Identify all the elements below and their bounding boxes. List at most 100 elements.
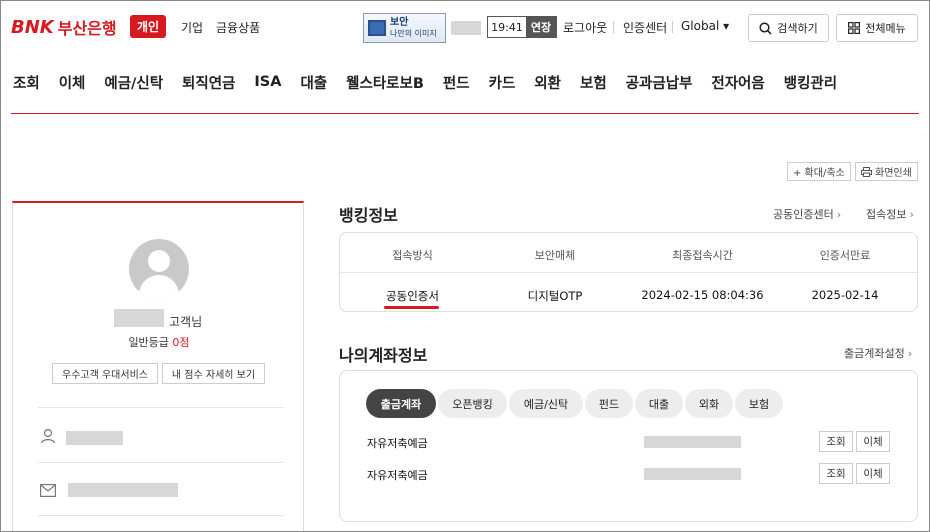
access-info-link[interactable]: 접속정보 ›: [866, 206, 914, 222]
vip-service-button[interactable]: 우수고객 우대서비스: [52, 363, 158, 384]
account-number-redacted: [644, 468, 741, 480]
transfer-button[interactable]: 이체: [856, 431, 890, 452]
print-label: 화면인쇄: [875, 168, 912, 179]
all-menu-button[interactable]: 전체메뉴: [836, 14, 918, 42]
nav-item-1[interactable]: 이체: [59, 72, 86, 93]
divider: [613, 21, 614, 33]
view-account-button[interactable]: 조회: [819, 431, 853, 452]
tab-fund[interactable]: 펀드: [585, 389, 633, 418]
tab-withdraw-account[interactable]: 출금계좌: [366, 389, 436, 418]
cert-center-link[interactable]: 인증센터: [623, 19, 667, 36]
header-last-access: 최종접속시간: [672, 249, 733, 262]
nav-item-13[interactable]: 뱅킹관리: [784, 72, 837, 93]
grid-menu-icon: [848, 22, 861, 34]
corporate-link[interactable]: 기업: [181, 19, 203, 36]
bnk-logo[interactable]: BNK 부산은행: [11, 15, 117, 39]
financial-products-link[interactable]: 금융상품: [216, 19, 260, 36]
table-header: 접속방식 보안매체 최종접속시간 인증서만료: [340, 233, 917, 273]
security-title: 보안: [390, 17, 409, 28]
nav-divider: [11, 113, 919, 114]
nav-item-3[interactable]: 퇴직연금: [182, 72, 235, 93]
nav-item-11[interactable]: 공과금납부: [626, 72, 693, 93]
account-number-redacted: [644, 436, 741, 448]
session-time: 19:41: [488, 17, 526, 37]
grade-label: 일반등급: [128, 336, 169, 349]
email-redacted: [68, 483, 178, 497]
extend-session-button[interactable]: 연장: [526, 17, 556, 37]
divider: [38, 515, 283, 516]
withdraw-account-setting-link[interactable]: 출금계좌설정 ›: [844, 345, 912, 361]
banking-info-title: 뱅킹정보: [339, 206, 398, 225]
transfer-button[interactable]: 이체: [856, 463, 890, 484]
nav-item-10[interactable]: 보험: [580, 72, 607, 93]
customer-suffix: 고객님: [169, 315, 203, 329]
banking-info-table: 접속방식 보안매체 최종접속시간 인증서만료 공동인증서 디지털OTP 2024…: [339, 232, 918, 312]
last-access-value: 2024-02-15 08:04:36: [641, 288, 764, 302]
grade-points: 0점: [172, 336, 190, 349]
search-icon: [759, 21, 772, 35]
tab-loan[interactable]: 대출: [635, 389, 683, 418]
divider: [38, 462, 283, 463]
main-navigation: 조회 이체 예금/신탁 퇴직연금 ISA 대출 웰스타로보B 펀드 카드 외환 보험 공과금납부 전자어…: [1, 61, 929, 103]
nav-item-8[interactable]: 카드: [489, 72, 516, 93]
search-button[interactable]: 검색하기: [748, 14, 829, 42]
nav-item-12[interactable]: 전자어음: [711, 72, 764, 93]
cert-center-section-link[interactable]: 공동인증센터 ›: [773, 206, 841, 222]
my-accounts-title: 나의계좌정보: [339, 346, 428, 365]
monitor-icon: [368, 20, 386, 36]
printer-icon: [861, 166, 872, 177]
header-access-method: 접속방식: [392, 249, 433, 262]
logout-link[interactable]: 로그아웃: [563, 19, 607, 36]
nav-item-9[interactable]: 외환: [534, 72, 561, 93]
global-dropdown[interactable]: Global ▾: [681, 19, 729, 33]
top-header: BNK 부산은행 개인 기업 금융상품 보안 나만의 이미지 19:41 연장 …: [1, 1, 929, 53]
access-method-value: 공동인증서: [386, 289, 439, 303]
session-timer: 19:41 연장: [487, 16, 557, 38]
menu-label: 전체메뉴: [865, 22, 906, 35]
user-icon: [40, 428, 56, 448]
zoom-button[interactable]: + 확대/축소: [787, 162, 851, 181]
divider: [672, 21, 673, 33]
header-security-media: 보안매체: [534, 249, 576, 262]
view-account-button[interactable]: 조회: [819, 463, 853, 484]
account-name: 자유저축예금: [367, 469, 428, 482]
nav-item-2[interactable]: 예금/신탁: [104, 72, 163, 93]
withdraw-setting-label: 출금계좌설정: [844, 347, 905, 360]
tab-open-banking[interactable]: 오픈뱅킹: [438, 389, 507, 418]
nav-item-5[interactable]: 대출: [300, 72, 327, 93]
cert-expiry-value: 2025-02-14: [811, 288, 879, 302]
account-name: 자유저축예금: [367, 437, 428, 450]
chevron-right-icon: ›: [836, 208, 842, 221]
personal-banking-button[interactable]: 개인: [130, 15, 166, 38]
browser-frame: BNK 부산은행 개인 기업 금융상품 보안 나만의 이미지 19:41 연장 …: [0, 0, 930, 532]
security-image-badge[interactable]: 보안 나만의 이미지: [363, 13, 446, 43]
nav-item-0[interactable]: 조회: [13, 72, 40, 93]
nav-item-6[interactable]: 웰스타로보B: [346, 72, 424, 93]
chevron-right-icon: ›: [907, 347, 913, 360]
mail-icon: [40, 482, 57, 501]
nav-item-4[interactable]: ISA: [254, 74, 281, 90]
chevron-right-icon: ›: [909, 208, 914, 221]
cert-center-link-label: 공동인증센터: [773, 208, 834, 221]
security-media-value: 디지털OTP: [527, 289, 583, 303]
access-info-label: 접속정보: [866, 208, 907, 221]
logo-bank-name: 부산은행: [57, 19, 117, 38]
security-subtitle: 나만의 이미지: [390, 29, 437, 38]
header-cert-expiry: 인증서만료: [819, 249, 871, 262]
customer-name-redacted: [114, 309, 164, 327]
nav-item-7[interactable]: 펀드: [443, 72, 470, 93]
highlight-underline: [384, 306, 439, 309]
logo-brand: BNK: [11, 16, 54, 38]
tab-foreign-currency[interactable]: 외화: [685, 389, 733, 418]
search-label: 검색하기: [777, 22, 818, 35]
avatar: [129, 239, 189, 299]
user-name-redacted: [451, 21, 481, 35]
tab-insurance[interactable]: 보험: [735, 389, 783, 418]
print-button[interactable]: 화면인쇄: [855, 162, 918, 181]
customer-grade: 일반등급 0점: [13, 334, 305, 350]
divider: [38, 407, 283, 408]
score-detail-button[interactable]: 내 점수 자세히 보기: [162, 363, 265, 384]
user-id-redacted: [66, 431, 123, 445]
tab-deposit-trust[interactable]: 예금/신탁: [509, 389, 583, 418]
profile-panel: 고객님 일반등급 0점 우수고객 우대서비스 내 점수 자세히 보기: [12, 201, 305, 531]
